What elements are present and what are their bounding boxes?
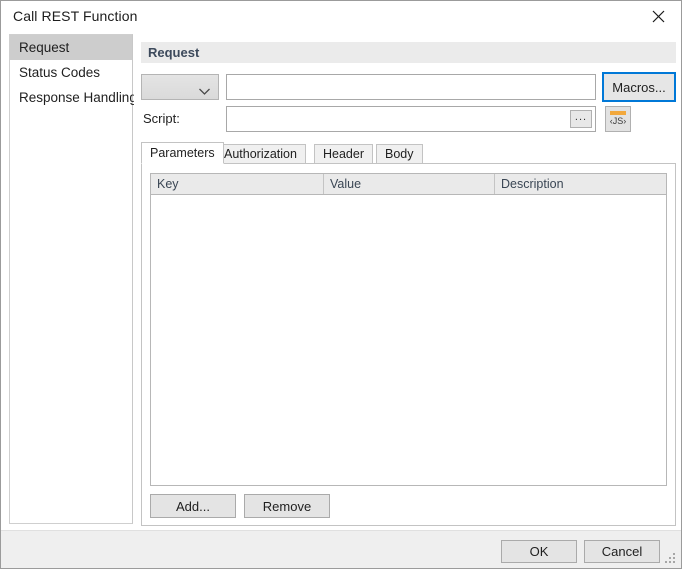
js-icon: ‹JS› xyxy=(609,116,627,126)
grid-column-value[interactable]: Value xyxy=(324,174,495,194)
chevron-down-icon xyxy=(198,83,211,101)
sidebar-item-status-codes[interactable]: Status Codes xyxy=(10,60,132,85)
tab-authorization[interactable]: Authorization xyxy=(215,144,306,164)
tab-panel-parameters: Key Value Description Add... Remove xyxy=(141,163,676,526)
remove-button[interactable]: Remove xyxy=(244,494,330,518)
url-input[interactable] xyxy=(226,74,596,100)
script-field-wrapper: ... xyxy=(226,106,596,132)
close-button[interactable] xyxy=(635,1,681,31)
group-header-label: Request xyxy=(148,45,200,60)
sidebar-item-request[interactable]: Request xyxy=(10,35,132,60)
sidebar: Request Status Codes Response Handling xyxy=(9,34,137,524)
tab-body[interactable]: Body xyxy=(376,144,423,164)
script-label: Script: xyxy=(143,111,180,126)
dialog-footer: OK Cancel xyxy=(1,530,681,568)
javascript-editor-button[interactable]: ‹JS› xyxy=(605,106,631,132)
close-icon xyxy=(652,10,665,23)
grid-column-key[interactable]: Key xyxy=(151,174,324,194)
title-bar: Call REST Function xyxy=(1,1,681,33)
script-browse-button[interactable]: ... xyxy=(570,110,592,128)
add-button[interactable]: Add... xyxy=(150,494,236,518)
ok-button[interactable]: OK xyxy=(501,540,577,563)
tab-strip: Parameters Authorization Header Body xyxy=(141,142,676,164)
method-dropdown[interactable] xyxy=(141,74,219,100)
sidebar-item-response-handling[interactable]: Response Handling xyxy=(10,85,137,110)
resize-grip-icon[interactable] xyxy=(664,552,678,566)
grid-body[interactable] xyxy=(151,195,666,485)
tab-header[interactable]: Header xyxy=(314,144,373,164)
macros-button[interactable]: Macros... xyxy=(602,72,676,102)
window-title: Call REST Function xyxy=(13,8,138,24)
js-accent-bar xyxy=(610,111,626,115)
grid-column-description[interactable]: Description xyxy=(495,174,666,194)
group-header-request: Request xyxy=(141,42,676,63)
dialog-window: Call REST Function Request Status Codes … xyxy=(0,0,682,569)
tab-parameters[interactable]: Parameters xyxy=(141,142,224,164)
parameters-grid[interactable]: Key Value Description xyxy=(150,173,667,486)
script-input[interactable] xyxy=(227,107,569,131)
content-panel: Request Macros... Script: ... ‹JS› Param… xyxy=(134,34,681,556)
grid-header-row: Key Value Description xyxy=(151,174,666,195)
cancel-button[interactable]: Cancel xyxy=(584,540,660,563)
